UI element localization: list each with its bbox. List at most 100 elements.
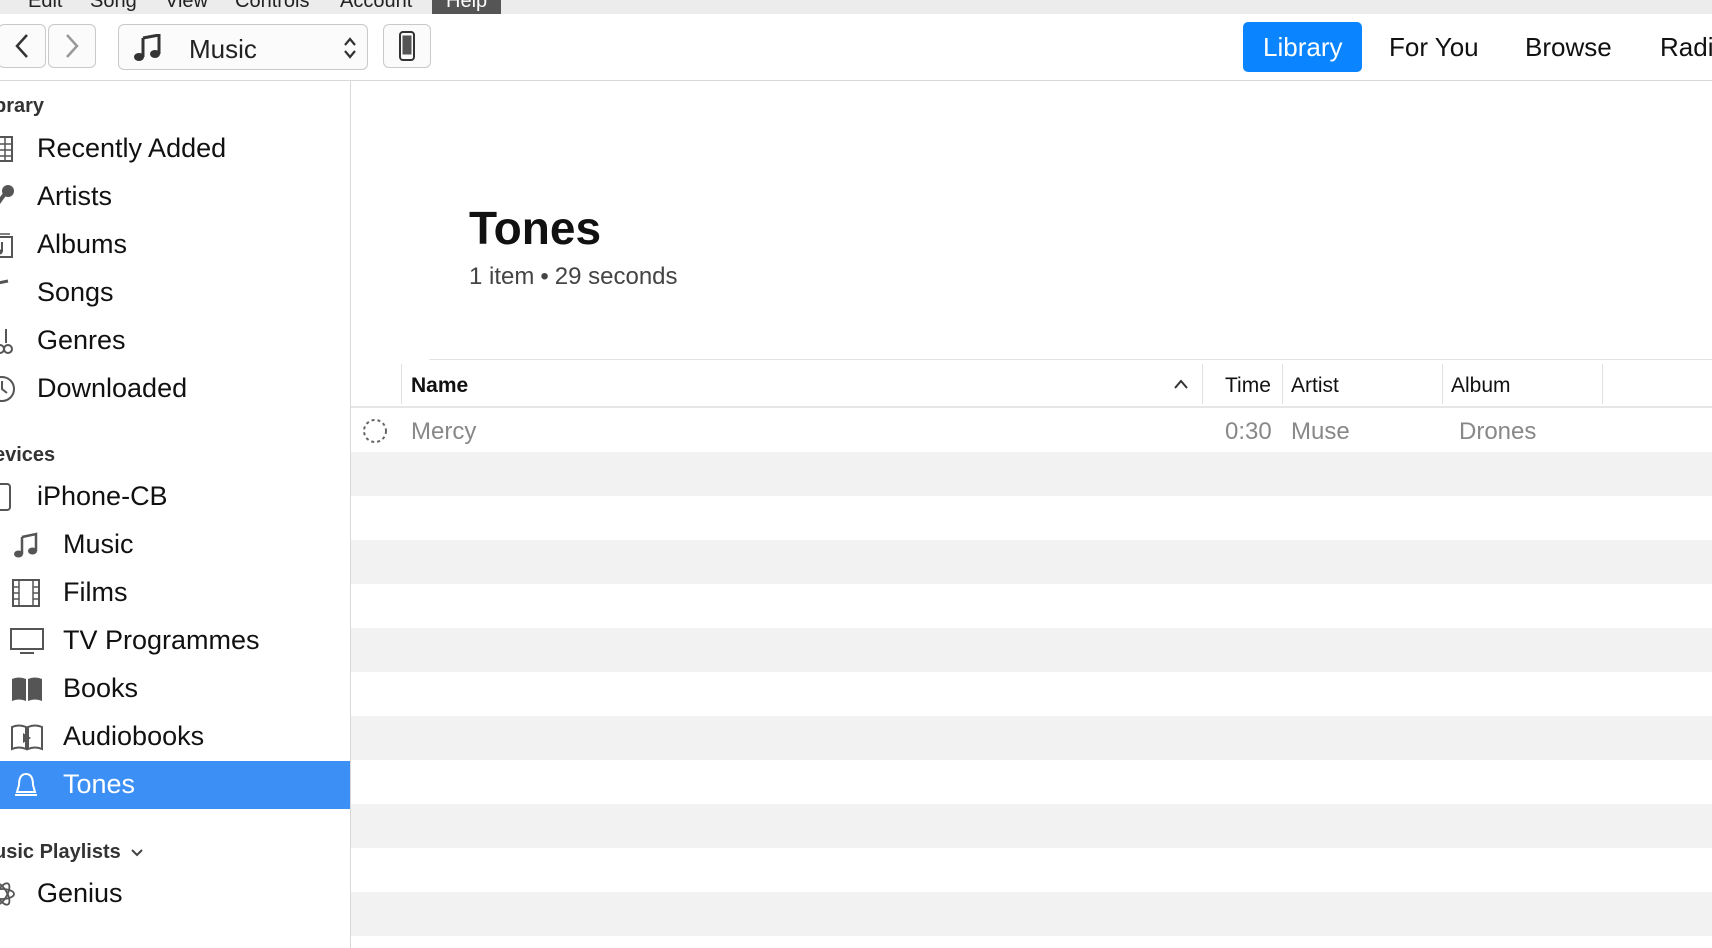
tv-icon: [10, 628, 44, 654]
sidebar-item-label: Audiobooks: [63, 721, 205, 751]
menu-bar: Edit Song View Controls Account Help: [0, 0, 1712, 14]
sidebar-item-tv-programmes[interactable]: TV Programmes: [0, 617, 350, 665]
item-count: 1 item: [469, 263, 535, 290]
tones-table: Name Time Artist Album Mercy 0:30 Muse D…: [351, 359, 1712, 948]
page-title: Tones: [469, 202, 602, 254]
forward-button[interactable]: [48, 24, 96, 68]
sidebar: brary Recently Added Artists Albums: [0, 81, 351, 948]
column-header-name[interactable]: Name: [411, 374, 468, 398]
sidebar-item-label: Albums: [37, 229, 128, 259]
media-kind-selector[interactable]: Music: [118, 24, 368, 70]
section-devices-title: evices: [0, 444, 56, 466]
sidebar-item-device-music[interactable]: Music: [0, 521, 350, 569]
menu-help[interactable]: Help: [432, 0, 502, 14]
menu-account[interactable]: Account: [340, 0, 412, 13]
music-note-icon: [134, 34, 161, 61]
table-row[interactable]: Mercy 0:30 Muse Drones: [351, 408, 1712, 452]
empty-row: [351, 716, 1712, 760]
sidebar-item-label: Downloaded: [37, 373, 188, 403]
sidebar-item-label: Genius: [37, 878, 123, 908]
empty-row: [351, 892, 1712, 936]
sidebar-item-artists[interactable]: Artists: [0, 173, 350, 221]
back-button[interactable]: [0, 24, 46, 68]
music-note-icon: [0, 279, 9, 285]
album-icon: [0, 233, 13, 258]
sidebar-item-iphone[interactable]: iPhone-CB: [0, 473, 350, 521]
chevron-left-icon: [15, 34, 28, 58]
empty-row: [351, 936, 1712, 948]
sidebar-item-audiobooks[interactable]: Audiobooks: [0, 713, 350, 761]
chevron-down-icon: [131, 849, 144, 857]
section-music-playlists-title[interactable]: usic Playlists: [0, 841, 144, 864]
grid-icon: [0, 136, 13, 162]
atom-icon: [0, 882, 15, 906]
page-subtitle: 1 item • 29 seconds: [469, 263, 678, 291]
main-content: Tones 1 item • 29 seconds Name Time Artist…: [351, 81, 1712, 948]
cell-name: Mercy: [411, 418, 477, 445]
sidebar-item-label: Books: [63, 673, 139, 703]
column-separator: [1202, 364, 1203, 404]
section-library-title: brary: [0, 95, 45, 117]
updown-chevron-icon: [344, 37, 356, 59]
sidebar-item-label: Tones: [63, 769, 136, 799]
music-note-icon: [14, 532, 38, 558]
sidebar-item-books[interactable]: Books: [0, 665, 350, 713]
microphone-icon: [0, 185, 14, 205]
cell-artist: Muse: [1291, 418, 1350, 445]
sidebar-item-genres[interactable]: Genres: [0, 317, 350, 365]
column-header-time[interactable]: Time: [1225, 374, 1271, 398]
menu-controls[interactable]: Controls: [235, 0, 309, 13]
column-header-artist[interactable]: Artist: [1291, 374, 1339, 398]
download-pending-icon: [363, 419, 387, 443]
sidebar-item-label: Recently Added: [37, 133, 227, 163]
download-icon: [0, 376, 15, 402]
cell-time: 0:30: [1225, 418, 1272, 445]
menu-view[interactable]: View: [165, 0, 208, 13]
sidebar-item-label: TV Programmes: [63, 625, 260, 655]
sidebar-item-label: Songs: [37, 277, 114, 307]
empty-row: [351, 628, 1712, 672]
empty-row: [351, 496, 1712, 540]
sidebar-item-label: Music: [63, 529, 134, 559]
toolbar: Music Library For You Browse Radi: [0, 14, 1712, 81]
sidebar-item-downloaded[interactable]: Downloaded: [0, 365, 350, 413]
sort-ascending-icon: [1174, 379, 1188, 389]
empty-row: [351, 452, 1712, 496]
column-header-album[interactable]: Album: [1451, 374, 1511, 398]
table-header: Name Time Artist Album: [351, 359, 1712, 408]
tab-library[interactable]: Library: [1243, 22, 1363, 72]
sidebar-item-songs[interactable]: Songs: [0, 269, 350, 317]
total-duration: 29 seconds: [554, 263, 678, 290]
empty-row: [351, 540, 1712, 584]
audiobook-icon: [11, 724, 43, 751]
phone-icon: [0, 483, 11, 511]
subtitle-separator: •: [540, 263, 549, 290]
tab-radio[interactable]: Radi: [1640, 22, 1712, 72]
sidebar-item-albums[interactable]: Albums: [0, 221, 350, 269]
column-separator: [401, 364, 402, 404]
column-separator: [1602, 364, 1603, 404]
guitar-icon: [0, 329, 13, 354]
column-separator: [1442, 364, 1443, 404]
book-icon: [12, 677, 42, 701]
empty-row: [351, 672, 1712, 716]
device-button[interactable]: [383, 24, 431, 68]
phone-icon: [399, 31, 415, 61]
tab-for-you[interactable]: For You: [1369, 22, 1499, 72]
sidebar-item-genius[interactable]: Genius: [0, 870, 350, 918]
film-icon: [12, 579, 40, 607]
sidebar-item-recently-added[interactable]: Recently Added: [0, 125, 350, 173]
tab-browse[interactable]: Browse: [1505, 22, 1632, 72]
bell-icon: [15, 772, 37, 796]
empty-row: [351, 760, 1712, 804]
sidebar-item-label: iPhone-CB: [37, 481, 168, 511]
chevron-right-icon: [66, 34, 79, 58]
menu-song[interactable]: Song: [90, 0, 137, 13]
sidebar-item-films[interactable]: Films: [0, 569, 350, 617]
sidebar-item-label: Films: [63, 577, 128, 607]
sidebar-item-tones[interactable]: Tones: [0, 761, 350, 809]
menu-edit[interactable]: Edit: [28, 0, 62, 13]
empty-row: [351, 584, 1712, 628]
cell-album: Drones: [1459, 418, 1537, 445]
media-kind-label: Music: [189, 34, 257, 64]
